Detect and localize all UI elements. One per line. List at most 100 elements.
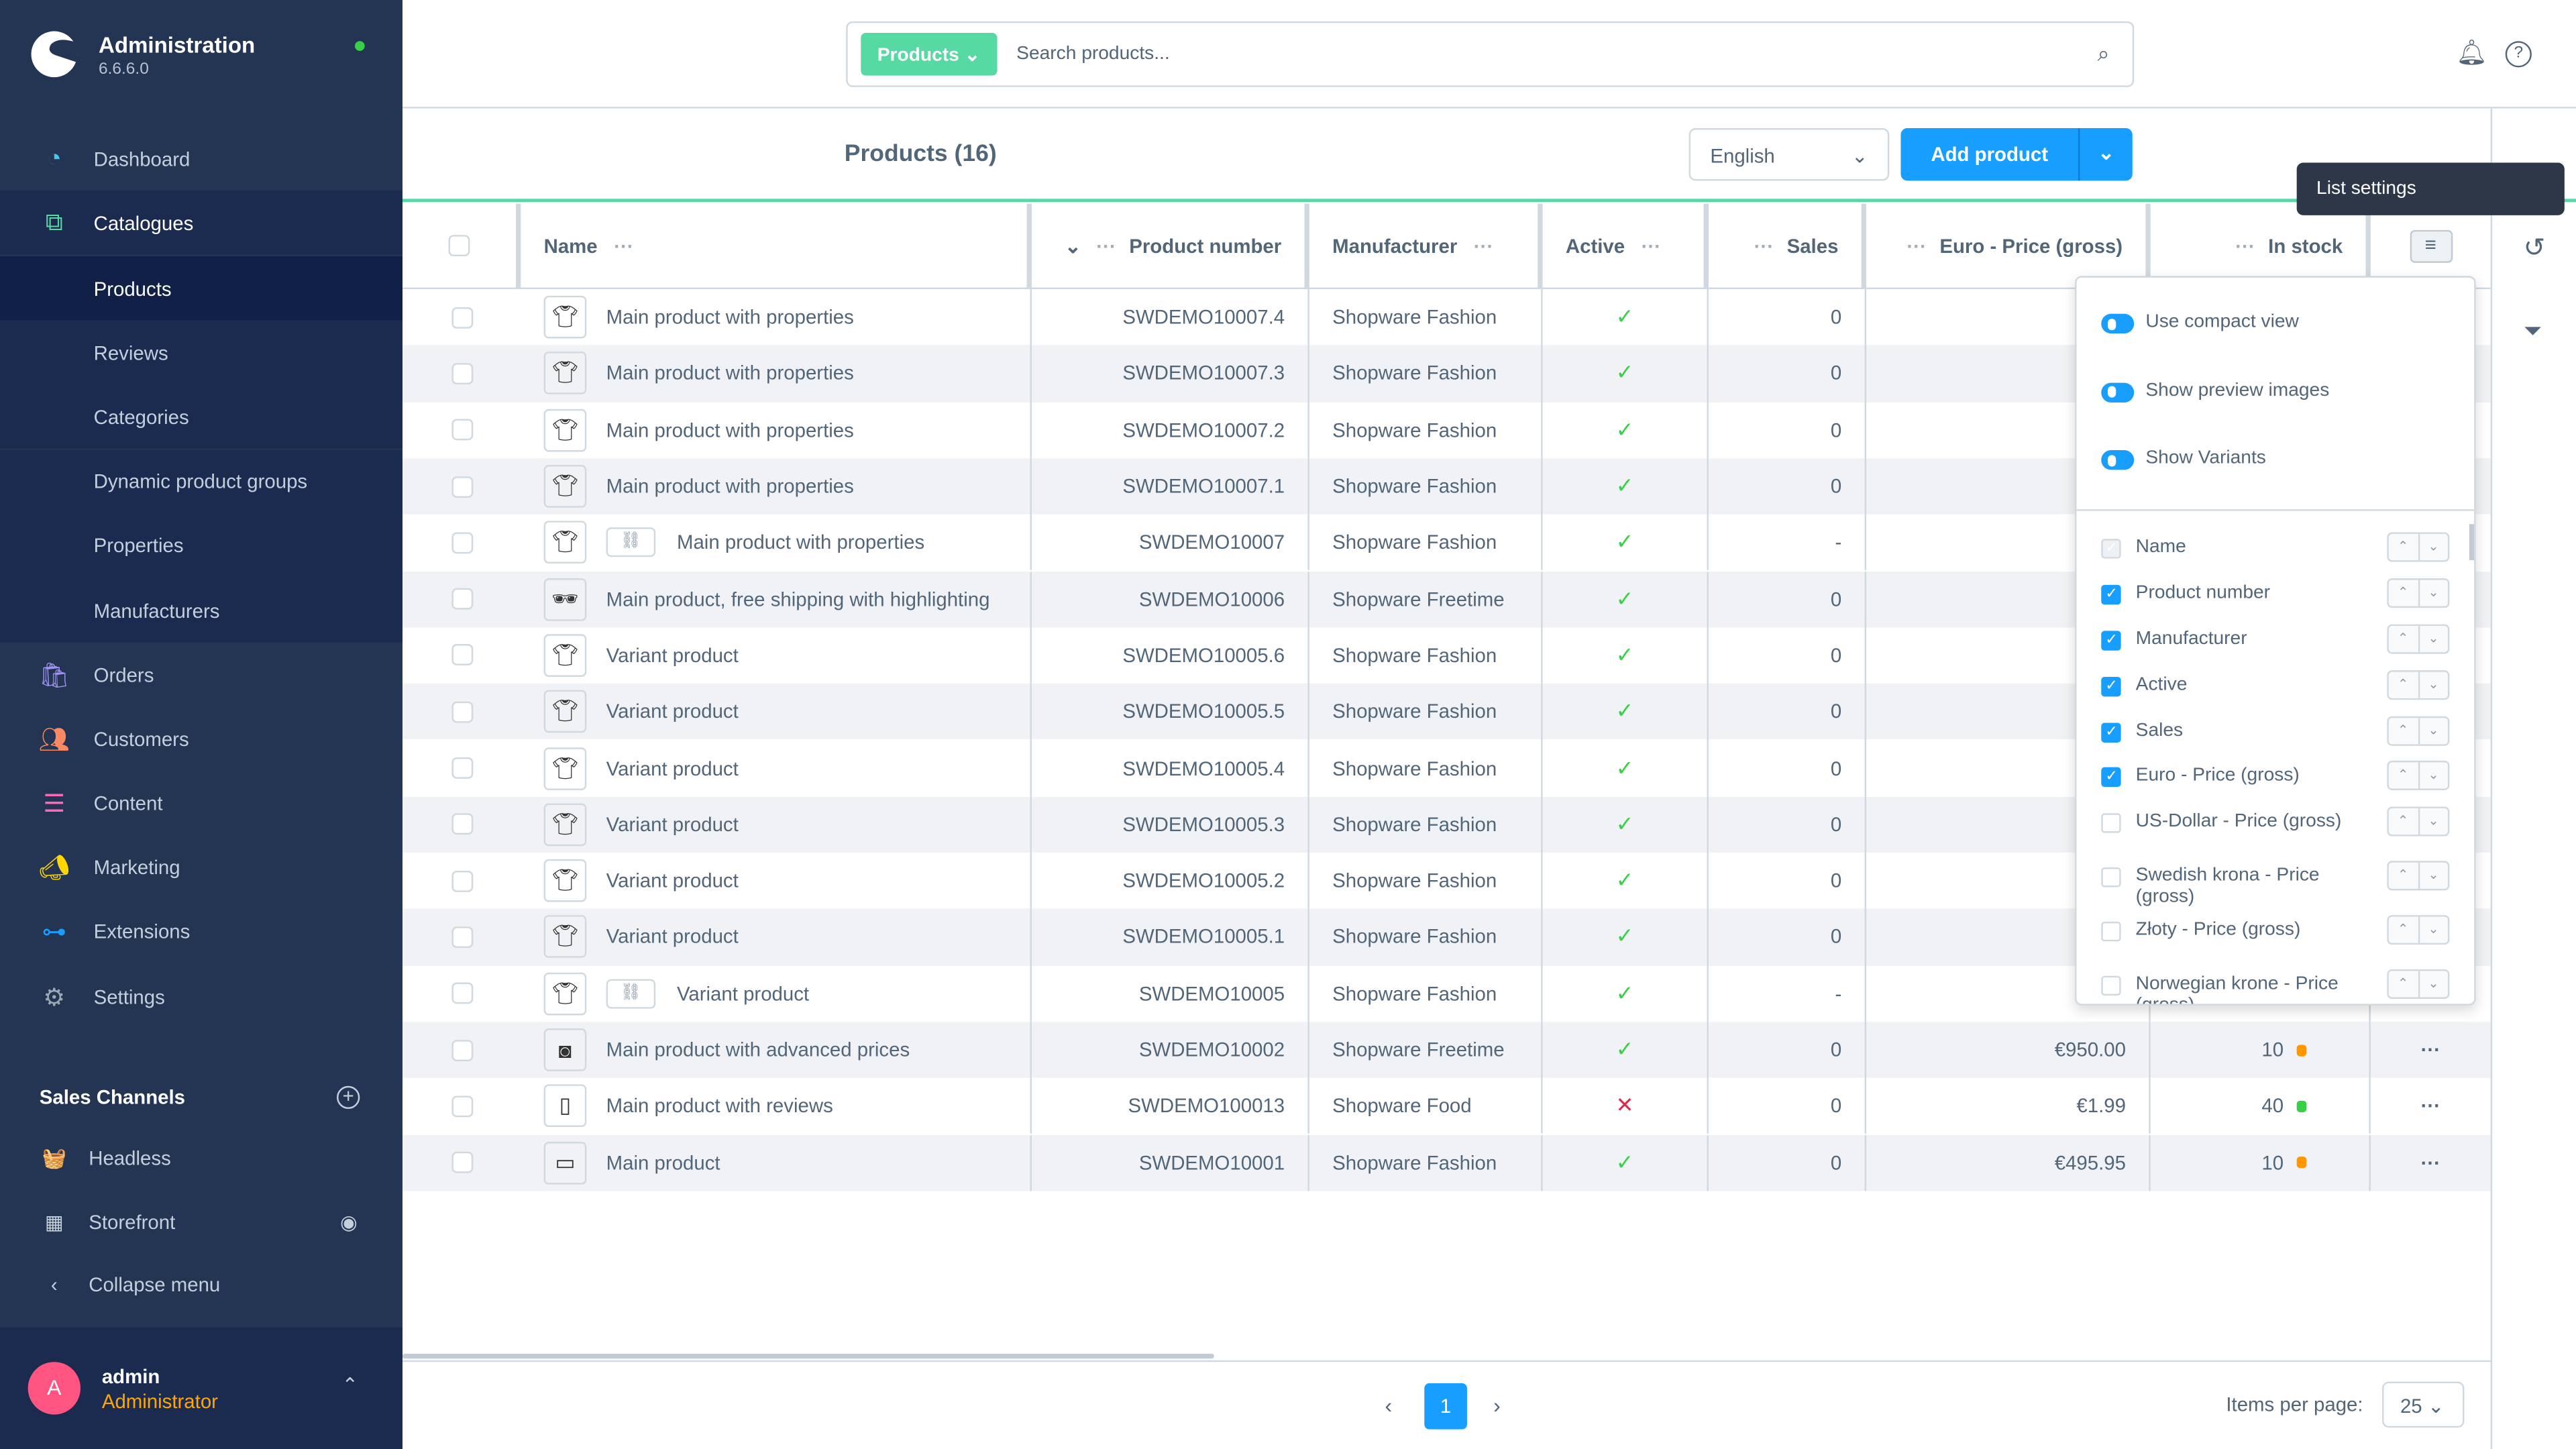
sidebar-item-storefront[interactable]: ▦ Storefront ◉ [0, 1189, 402, 1254]
column-checkbox[interactable] [2101, 584, 2121, 605]
row-checkbox[interactable] [451, 870, 473, 892]
sidebar-subitem-dynamic-product-groups[interactable]: Dynamic product groups [0, 449, 403, 514]
prev-page-icon[interactable]: ‹ [1385, 1393, 1392, 1418]
sidebar-subitem-reviews[interactable]: Reviews [0, 321, 403, 385]
move-up-icon[interactable]: ⌃ [2389, 862, 2420, 889]
page-button[interactable]: 1 [1424, 1383, 1467, 1430]
list-settings-icon[interactable]: ≡ [2409, 229, 2453, 262]
sidebar-subitem-manufacturers[interactable]: Manufacturers [0, 578, 403, 643]
column-header[interactable]: ··· Product number ⌄ [1031, 203, 1309, 290]
product-name-link[interactable]: Main product with properties [606, 362, 854, 385]
table-row[interactable]: ▯ Main product with reviews SWDEMO100013 Sh… [402, 1077, 2491, 1134]
row-checkbox[interactable] [451, 983, 473, 1004]
language-select[interactable]: English ⌄ [1688, 128, 1890, 181]
column-checkbox[interactable] [2101, 676, 2121, 697]
sidebar-item-customers[interactable]: 👥︎ Customers [0, 707, 402, 771]
move-up-icon[interactable]: ⌃ [2389, 580, 2420, 606]
filter-icon[interactable]: ⏷ [2524, 317, 2542, 345]
column-menu-icon[interactable]: ··· [1754, 234, 1774, 257]
sort-icon[interactable]: ⌄ [1065, 234, 1081, 257]
popover-scrollbar[interactable] [2469, 524, 2475, 561]
search-type-select[interactable]: Products ⌄ [861, 32, 997, 76]
bell-icon[interactable]: 🔔︎ [2456, 38, 2487, 68]
product-name-link[interactable]: Main product with advanced prices [606, 1038, 910, 1061]
search-icon[interactable]: ⌕ [2098, 41, 2110, 67]
next-page-icon[interactable]: › [1493, 1393, 1501, 1418]
row-checkbox[interactable] [451, 1152, 473, 1173]
column-menu-icon[interactable]: ··· [1907, 234, 1926, 257]
reset-icon[interactable]: ↺ [2524, 231, 2546, 264]
help-icon[interactable]: ? [2505, 41, 2532, 68]
move-up-icon[interactable]: ⌃ [2389, 971, 2420, 998]
column-menu-icon[interactable]: ··· [1096, 234, 1116, 257]
row-checkbox[interactable] [451, 307, 473, 328]
row-checkbox[interactable] [451, 1095, 473, 1117]
sidebar-subitem-properties[interactable]: Properties [0, 514, 403, 578]
move-down-icon[interactable]: ⌄ [2419, 971, 2448, 997]
move-up-icon[interactable]: ⌃ [2389, 762, 2420, 789]
move-up-icon[interactable]: ⌃ [2389, 533, 2420, 561]
column-checkbox[interactable] [2101, 767, 2121, 788]
row-actions-icon[interactable]: ··· [2421, 1151, 2440, 1174]
variant-badge-icon[interactable]: ⛓ [606, 527, 656, 558]
move-down-icon[interactable]: ⌄ [2419, 718, 2448, 744]
row-checkbox[interactable] [451, 814, 473, 835]
toggle-switch[interactable] [2101, 450, 2135, 471]
product-name-link[interactable]: Variant product [606, 700, 739, 723]
toggle-switch[interactable] [2101, 382, 2135, 402]
table-row[interactable]: ▭ Main product SWDEMO10001 Shopware Fashion… [402, 1134, 2491, 1191]
move-down-icon[interactable]: ⌄ [2419, 534, 2448, 560]
column-menu-icon[interactable]: ··· [1642, 234, 1661, 257]
column-header[interactable]: Active ··· [1542, 203, 1709, 290]
move-down-icon[interactable]: ⌄ [2419, 808, 2448, 835]
column-checkbox[interactable] [2101, 631, 2121, 651]
row-checkbox[interactable] [451, 701, 473, 722]
horizontal-scrollbar[interactable] [402, 1353, 1214, 1359]
product-name-link[interactable]: Main product with properties [606, 306, 854, 329]
move-up-icon[interactable]: ⌃ [2389, 808, 2420, 835]
sidebar-item-extensions[interactable]: ⊶ Extensions [0, 900, 402, 965]
row-checkbox[interactable] [451, 419, 473, 441]
sidebar-item-settings[interactable]: ⚙ Settings [0, 965, 402, 1029]
column-checkbox[interactable] [2101, 813, 2121, 833]
row-actions-icon[interactable]: ··· [2421, 1038, 2440, 1061]
variant-badge-icon[interactable]: ⛓ [606, 978, 656, 1009]
move-up-icon[interactable]: ⌃ [2389, 626, 2420, 653]
move-down-icon[interactable]: ⌄ [2419, 580, 2448, 606]
toggle-switch[interactable] [2101, 313, 2135, 334]
column-checkbox[interactable] [2101, 921, 2121, 942]
user-menu[interactable]: A admin Administrator ⌃ [0, 1327, 403, 1449]
row-checkbox[interactable] [451, 645, 473, 666]
eye-icon[interactable]: ◉ [340, 1210, 358, 1233]
sidebar-item-catalogues[interactable]: ⧉ Catalogues [0, 191, 403, 255]
row-checkbox[interactable] [451, 476, 473, 497]
row-checkbox[interactable] [451, 757, 473, 779]
move-up-icon[interactable]: ⌃ [2389, 718, 2420, 745]
sidebar-item-marketing[interactable]: 📣︎ Marketing [0, 836, 402, 900]
row-checkbox[interactable] [451, 363, 473, 384]
add-sales-channel-icon[interactable]: + [337, 1085, 360, 1110]
product-name-link[interactable]: Variant product [606, 813, 739, 836]
product-name-link[interactable]: Main product with reviews [606, 1095, 833, 1118]
add-product-dropdown-icon[interactable]: ⌄ [2078, 128, 2133, 181]
row-checkbox[interactable] [451, 588, 473, 610]
column-menu-icon[interactable]: ··· [1474, 234, 1493, 257]
sidebar-item-content[interactable]: ☰ Content [0, 771, 402, 836]
sidebar-item-dashboard[interactable]: ◔ Dashboard [0, 127, 402, 191]
search-bar[interactable]: Products ⌄ Search products... ⌕ [846, 21, 2135, 87]
column-header[interactable]: Manufacturer ··· [1309, 203, 1543, 290]
product-name-link[interactable]: Variant product [606, 869, 739, 892]
move-down-icon[interactable]: ⌄ [2419, 762, 2448, 788]
move-down-icon[interactable]: ⌄ [2419, 672, 2448, 698]
column-menu-icon[interactable]: ··· [614, 234, 633, 257]
column-checkbox[interactable] [2101, 975, 2121, 996]
product-name-link[interactable]: Variant product [606, 926, 739, 949]
row-checkbox[interactable] [451, 926, 473, 948]
column-menu-icon[interactable]: ··· [2235, 234, 2255, 257]
product-name-link[interactable]: Main product with properties [606, 419, 854, 441]
sidebar-item-headless[interactable]: 🧺 Headless [0, 1126, 402, 1190]
items-per-page-select[interactable]: 25 ⌄ [2382, 1381, 2465, 1428]
sidebar-subitem-categories[interactable]: Categories [0, 385, 403, 449]
product-name-link[interactable]: Variant product [606, 644, 739, 667]
column-header[interactable]: Name ··· [521, 203, 1032, 290]
